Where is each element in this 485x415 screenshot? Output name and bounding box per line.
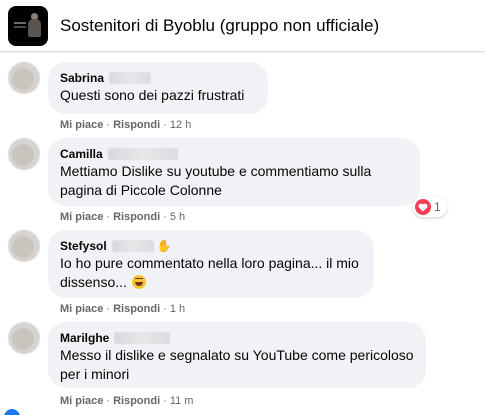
reply-button[interactable]: Rispondi <box>113 119 160 131</box>
author-name[interactable]: Camilla <box>60 146 103 162</box>
like-button[interactable]: Mi piace <box>60 119 103 131</box>
avatar-decoration <box>14 22 26 24</box>
like-button[interactable]: Mi piace <box>60 211 103 223</box>
group-title[interactable]: Sostenitori di Byoblu (gruppo non uffici… <box>60 16 379 36</box>
like-button[interactable]: Mi piace <box>60 303 103 315</box>
comment-actions: Mi piace · Rispondi · 1 h <box>60 303 186 315</box>
comment-text-line: Mettiamo Dislike su youtube e commentiam… <box>60 163 372 179</box>
comment-bubble: Stefysol ✋ Io ho pure commentato nella l… <box>48 230 374 298</box>
comment-time[interactable]: 5 h <box>170 211 185 223</box>
comment-actions: Mi piace · Rispondi · 11 m <box>60 395 194 407</box>
commenter-avatar[interactable] <box>8 138 40 170</box>
comment-author[interactable]: Marilghe <box>60 330 414 346</box>
comment-author[interactable]: Sabrina <box>60 70 256 86</box>
comment-bubble: Camilla Mettiamo Dislike su youtube e co… <box>48 138 420 206</box>
comment-time[interactable]: 1 h <box>170 303 185 315</box>
like-button[interactable]: Mi piace <box>60 395 103 407</box>
comment-bubble: Sabrina Questi sono dei pazzi frustrati <box>48 62 268 114</box>
comment-text-line: dissenso... <box>60 273 362 292</box>
comment-text-line: Io ho pure commentato nella loro pagina.… <box>60 255 359 271</box>
commenter-avatar[interactable] <box>8 322 40 354</box>
author-name[interactable]: Sabrina <box>60 70 104 86</box>
comment-text-line: pagina di Piccole Colonne <box>60 182 222 198</box>
comment-text-line: Messo il dislike e segnalato su YouTube … <box>60 347 414 363</box>
comment-actions: Mi piace · Rispondi · 12 h <box>60 119 192 131</box>
reaction-number: 1 <box>434 200 441 214</box>
comment-actions: Mi piace · Rispondi · 5 h <box>60 211 186 223</box>
blurred-surname <box>114 332 171 344</box>
reply-button[interactable]: Rispondi <box>113 395 160 407</box>
comment-author[interactable]: Stefysol ✋ <box>60 238 362 254</box>
comment-time[interactable]: 12 h <box>170 119 191 131</box>
next-avatar-edge <box>4 409 20 415</box>
commenter-avatar[interactable] <box>8 62 40 94</box>
group-avatar[interactable] <box>8 6 48 46</box>
reply-button[interactable]: Rispondi <box>113 303 160 315</box>
group-header: Sostenitori di Byoblu (gruppo non uffici… <box>0 0 485 52</box>
author-name[interactable]: Marilghe <box>60 330 109 346</box>
commenter-avatar[interactable] <box>8 230 40 262</box>
reply-button[interactable]: Rispondi <box>113 211 160 223</box>
blurred-surname <box>107 148 178 160</box>
avatar-figure <box>28 19 41 37</box>
comment-bubble: Marilghe Messo il dislike e segnalato su… <box>48 322 426 388</box>
blurred-surname <box>109 72 152 84</box>
comment-text: Questi sono dei pazzi frustrati <box>60 87 245 103</box>
heart-icon <box>415 199 431 215</box>
blurred-surname <box>111 240 154 252</box>
author-name[interactable]: Stefysol <box>60 238 107 254</box>
comment-text-line: per i minori <box>60 366 130 382</box>
reaction-count[interactable]: 1 <box>413 197 447 217</box>
comment-author[interactable]: Camilla <box>60 146 408 162</box>
comment-text-fragment: dissenso... <box>60 274 127 290</box>
comment-time[interactable]: 11 m <box>170 395 194 407</box>
waving-hand-icon: ✋ <box>156 239 172 253</box>
rofl-emoji-icon <box>131 275 146 289</box>
